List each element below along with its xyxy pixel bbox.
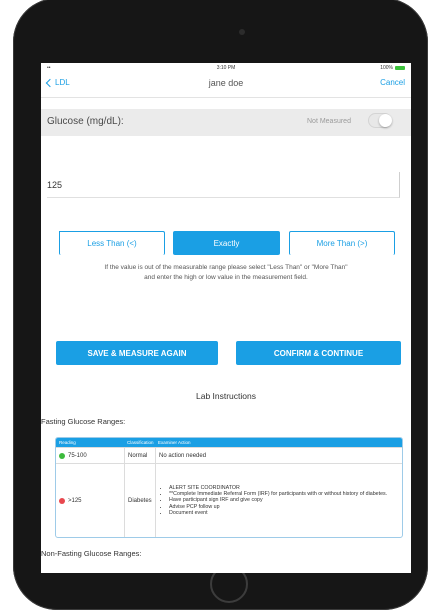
app-screen: •• 3:10 PM 100% LDL jane doe Cancel Gluc… [41, 63, 411, 573]
cancel-button[interactable]: Cancel [380, 78, 405, 87]
table-row: 75-100 Normal No action needed [56, 447, 402, 463]
action-list: ALERT SITE COORDINATOR **Complete Immedi… [159, 485, 387, 516]
fasting-ranges-table: Reading Classification Examiner Action 7… [55, 437, 403, 538]
not-measured-toggle[interactable] [368, 113, 392, 128]
navigation-bar: LDL jane doe Cancel [41, 73, 411, 98]
action-item: Document event [169, 510, 387, 516]
status-dot [59, 497, 65, 504]
reading-value: >125 [68, 497, 82, 504]
help-text-line: If the value is out of the measurable ra… [104, 264, 348, 271]
range-help-text: If the value is out of the measurable ra… [51, 263, 401, 282]
non-fasting-ranges-title: Non-Fasting Glucose Ranges: [41, 549, 142, 558]
save-measure-again-button[interactable]: SAVE & MEASURE AGAIN [56, 341, 218, 365]
reading-cell: >125 [56, 464, 124, 537]
fasting-ranges-title: Fasting Glucose Ranges: [41, 417, 126, 426]
battery-icon [395, 66, 405, 70]
glucose-value-input[interactable] [47, 172, 400, 198]
status-bar: •• 3:10 PM 100% [41, 63, 411, 73]
measurement-header: Glucose (mg/dL): Not Measured [41, 109, 411, 136]
exactly-segment[interactable]: Exactly [173, 231, 280, 255]
measurement-label: Glucose (mg/dL): [47, 116, 124, 127]
header-classification: Classification [127, 440, 154, 445]
toggle-knob [379, 114, 392, 127]
not-measured-label: Not Measured [307, 118, 351, 125]
status-time: 3:10 PM [216, 65, 236, 71]
confirm-continue-button[interactable]: CONFIRM & CONTINUE [236, 341, 401, 365]
reading-cell: 75-100 [56, 448, 124, 463]
page-title: jane doe [208, 78, 244, 88]
front-camera [239, 29, 245, 35]
battery-indicator: 100% [380, 65, 405, 71]
classification-cell: Diabetes [124, 464, 155, 537]
reading-value: 75-100 [68, 452, 87, 459]
less-than-segment[interactable]: Less Than (<) [59, 231, 165, 255]
table-row: >125 Diabetes ALERT SITE COORDINATOR **C… [56, 463, 402, 537]
battery-percent: 100% [380, 65, 393, 71]
action-cell: No action needed [155, 448, 402, 463]
lab-instructions-title: Lab Instructions [195, 391, 256, 401]
action-cell: ALERT SITE COORDINATOR **Complete Immedi… [155, 464, 402, 537]
more-than-segment[interactable]: More Than (>) [289, 231, 395, 255]
header-examiner-action: Examiner Action [158, 440, 191, 445]
status-dot [59, 452, 65, 459]
help-text-line: and enter the high or low value in the m… [144, 273, 308, 281]
classification-cell: Normal [124, 448, 155, 463]
table-header: Reading Classification Examiner Action [56, 438, 402, 447]
header-reading: Reading [59, 440, 76, 445]
